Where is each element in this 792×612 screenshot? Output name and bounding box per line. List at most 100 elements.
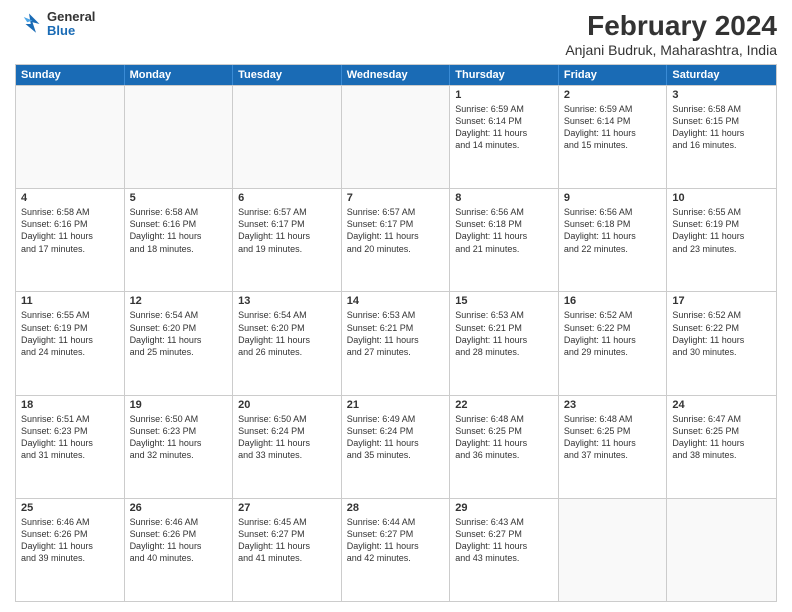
calendar-cell: 6 Sunrise: 6:57 AM Sunset: 6:17 PM Daylig…: [233, 189, 342, 291]
day-number: 18: [21, 399, 119, 411]
day-number: 1: [455, 89, 553, 101]
day-number: 17: [672, 295, 771, 307]
day-info: Sunrise: 6:57 AM Sunset: 6:17 PM Dayligh…: [238, 206, 336, 255]
day-info: Sunrise: 6:56 AM Sunset: 6:18 PM Dayligh…: [564, 206, 662, 255]
day-number: 22: [455, 399, 553, 411]
calendar-header-cell: Thursday: [450, 65, 559, 85]
day-info: Sunrise: 6:57 AM Sunset: 6:17 PM Dayligh…: [347, 206, 445, 255]
calendar-cell: 4 Sunrise: 6:58 AM Sunset: 6:16 PM Daylig…: [16, 189, 125, 291]
day-info: Sunrise: 6:53 AM Sunset: 6:21 PM Dayligh…: [347, 309, 445, 358]
day-number: 26: [130, 502, 228, 514]
day-info: Sunrise: 6:54 AM Sunset: 6:20 PM Dayligh…: [238, 309, 336, 358]
calendar-cell: 26Sunrise: 6:46 AM Sunset: 6:26 PM Dayli…: [125, 499, 234, 601]
day-info: Sunrise: 6:49 AM Sunset: 6:24 PM Dayligh…: [347, 413, 445, 462]
day-info: Sunrise: 6:58 AM Sunset: 6:16 PM Dayligh…: [130, 206, 228, 255]
calendar-cell: 1 Sunrise: 6:59 AM Sunset: 6:14 PM Daylig…: [450, 86, 559, 188]
calendar-cell: 11Sunrise: 6:55 AM Sunset: 6:19 PM Dayli…: [16, 292, 125, 394]
calendar-cell: [559, 499, 668, 601]
calendar-cell: 5 Sunrise: 6:58 AM Sunset: 6:16 PM Daylig…: [125, 189, 234, 291]
calendar: SundayMondayTuesdayWednesdayThursdayFrid…: [15, 64, 777, 602]
day-info: Sunrise: 6:46 AM Sunset: 6:26 PM Dayligh…: [21, 516, 119, 565]
day-number: 15: [455, 295, 553, 307]
calendar-cell: 8Sunrise: 6:56 AM Sunset: 6:18 PM Daylig…: [450, 189, 559, 291]
calendar-row: 18 Sunrise: 6:51 AM Sunset: 6:23 PM Dayli…: [16, 395, 776, 498]
day-number: 13: [238, 295, 336, 307]
calendar-cell: 21 Sunrise: 6:49 AM Sunset: 6:24 PM Dayli…: [342, 396, 451, 498]
location-title: Anjani Budruk, Maharashtra, India: [565, 42, 777, 58]
day-number: 2: [564, 89, 662, 101]
day-number: 20: [238, 399, 336, 411]
day-info: Sunrise: 6:58 AM Sunset: 6:16 PM Dayligh…: [21, 206, 119, 255]
day-number: 16: [564, 295, 662, 307]
day-info: Sunrise: 6:51 AM Sunset: 6:23 PM Dayligh…: [21, 413, 119, 462]
calendar-cell: 9 Sunrise: 6:56 AM Sunset: 6:18 PM Daylig…: [559, 189, 668, 291]
day-info: Sunrise: 6:53 AM Sunset: 6:21 PM Dayligh…: [455, 309, 553, 358]
logo-bird-icon: [15, 10, 43, 38]
month-title: February 2024: [565, 10, 777, 42]
calendar-cell: [233, 86, 342, 188]
day-number: 5: [130, 192, 228, 204]
calendar-cell: 7Sunrise: 6:57 AM Sunset: 6:17 PM Daylig…: [342, 189, 451, 291]
day-number: 9: [564, 192, 662, 204]
day-info: Sunrise: 6:52 AM Sunset: 6:22 PM Dayligh…: [564, 309, 662, 358]
title-block: February 2024 Anjani Budruk, Maharashtra…: [565, 10, 777, 58]
day-number: 29: [455, 502, 553, 514]
calendar-row: 1 Sunrise: 6:59 AM Sunset: 6:14 PM Daylig…: [16, 85, 776, 188]
day-info: Sunrise: 6:58 AM Sunset: 6:15 PM Dayligh…: [672, 103, 771, 152]
day-number: 4: [21, 192, 119, 204]
calendar-cell: 28Sunrise: 6:44 AM Sunset: 6:27 PM Dayli…: [342, 499, 451, 601]
calendar-header-cell: Friday: [559, 65, 668, 85]
calendar-cell: 13 Sunrise: 6:54 AM Sunset: 6:20 PM Dayli…: [233, 292, 342, 394]
calendar-cell: 10 Sunrise: 6:55 AM Sunset: 6:19 PM Dayli…: [667, 189, 776, 291]
day-info: Sunrise: 6:52 AM Sunset: 6:22 PM Dayligh…: [672, 309, 771, 358]
calendar-row: 25 Sunrise: 6:46 AM Sunset: 6:26 PM Dayli…: [16, 498, 776, 601]
logo: General Blue: [15, 10, 95, 39]
header: General Blue February 2024 Anjani Budruk…: [15, 10, 777, 58]
day-info: Sunrise: 6:43 AM Sunset: 6:27 PM Dayligh…: [455, 516, 553, 565]
calendar-cell: 19Sunrise: 6:50 AM Sunset: 6:23 PM Dayli…: [125, 396, 234, 498]
day-number: 24: [672, 399, 771, 411]
calendar-cell: 29 Sunrise: 6:43 AM Sunset: 6:27 PM Dayli…: [450, 499, 559, 601]
day-number: 6: [238, 192, 336, 204]
day-info: Sunrise: 6:50 AM Sunset: 6:23 PM Dayligh…: [130, 413, 228, 462]
day-number: 12: [130, 295, 228, 307]
calendar-cell: 2 Sunrise: 6:59 AM Sunset: 6:14 PM Daylig…: [559, 86, 668, 188]
day-info: Sunrise: 6:59 AM Sunset: 6:14 PM Dayligh…: [455, 103, 553, 152]
day-number: 21: [347, 399, 445, 411]
calendar-cell: 22 Sunrise: 6:48 AM Sunset: 6:25 PM Dayli…: [450, 396, 559, 498]
day-info: Sunrise: 6:48 AM Sunset: 6:25 PM Dayligh…: [455, 413, 553, 462]
calendar-cell: 16 Sunrise: 6:52 AM Sunset: 6:22 PM Dayli…: [559, 292, 668, 394]
day-number: 10: [672, 192, 771, 204]
calendar-cell: 3 Sunrise: 6:58 AM Sunset: 6:15 PM Daylig…: [667, 86, 776, 188]
day-info: Sunrise: 6:55 AM Sunset: 6:19 PM Dayligh…: [21, 309, 119, 358]
day-info: Sunrise: 6:48 AM Sunset: 6:25 PM Dayligh…: [564, 413, 662, 462]
day-info: Sunrise: 6:55 AM Sunset: 6:19 PM Dayligh…: [672, 206, 771, 255]
calendar-header-row: SundayMondayTuesdayWednesdayThursdayFrid…: [16, 65, 776, 85]
calendar-cell: 20 Sunrise: 6:50 AM Sunset: 6:24 PM Dayli…: [233, 396, 342, 498]
calendar-header-cell: Wednesday: [342, 65, 451, 85]
calendar-cell: 27 Sunrise: 6:45 AM Sunset: 6:27 PM Dayli…: [233, 499, 342, 601]
calendar-cell: 17 Sunrise: 6:52 AM Sunset: 6:22 PM Dayli…: [667, 292, 776, 394]
calendar-cell: 14Sunrise: 6:53 AM Sunset: 6:21 PM Dayli…: [342, 292, 451, 394]
day-number: 27: [238, 502, 336, 514]
page: General Blue February 2024 Anjani Budruk…: [0, 0, 792, 612]
day-info: Sunrise: 6:50 AM Sunset: 6:24 PM Dayligh…: [238, 413, 336, 462]
calendar-cell: [125, 86, 234, 188]
logo-blue: Blue: [47, 24, 95, 38]
calendar-cell: 18 Sunrise: 6:51 AM Sunset: 6:23 PM Dayli…: [16, 396, 125, 498]
logo-general: General: [47, 10, 95, 24]
day-info: Sunrise: 6:47 AM Sunset: 6:25 PM Dayligh…: [672, 413, 771, 462]
day-info: Sunrise: 6:56 AM Sunset: 6:18 PM Dayligh…: [455, 206, 553, 255]
calendar-header-cell: Saturday: [667, 65, 776, 85]
day-number: 25: [21, 502, 119, 514]
calendar-cell: 24 Sunrise: 6:47 AM Sunset: 6:25 PM Dayli…: [667, 396, 776, 498]
calendar-row: 11Sunrise: 6:55 AM Sunset: 6:19 PM Dayli…: [16, 291, 776, 394]
calendar-cell: 15 Sunrise: 6:53 AM Sunset: 6:21 PM Dayli…: [450, 292, 559, 394]
day-number: 3: [672, 89, 771, 101]
day-info: Sunrise: 6:45 AM Sunset: 6:27 PM Dayligh…: [238, 516, 336, 565]
calendar-header-cell: Tuesday: [233, 65, 342, 85]
calendar-cell: 23 Sunrise: 6:48 AM Sunset: 6:25 PM Dayli…: [559, 396, 668, 498]
calendar-header-cell: Monday: [125, 65, 234, 85]
day-number: 23: [564, 399, 662, 411]
day-info: Sunrise: 6:59 AM Sunset: 6:14 PM Dayligh…: [564, 103, 662, 152]
